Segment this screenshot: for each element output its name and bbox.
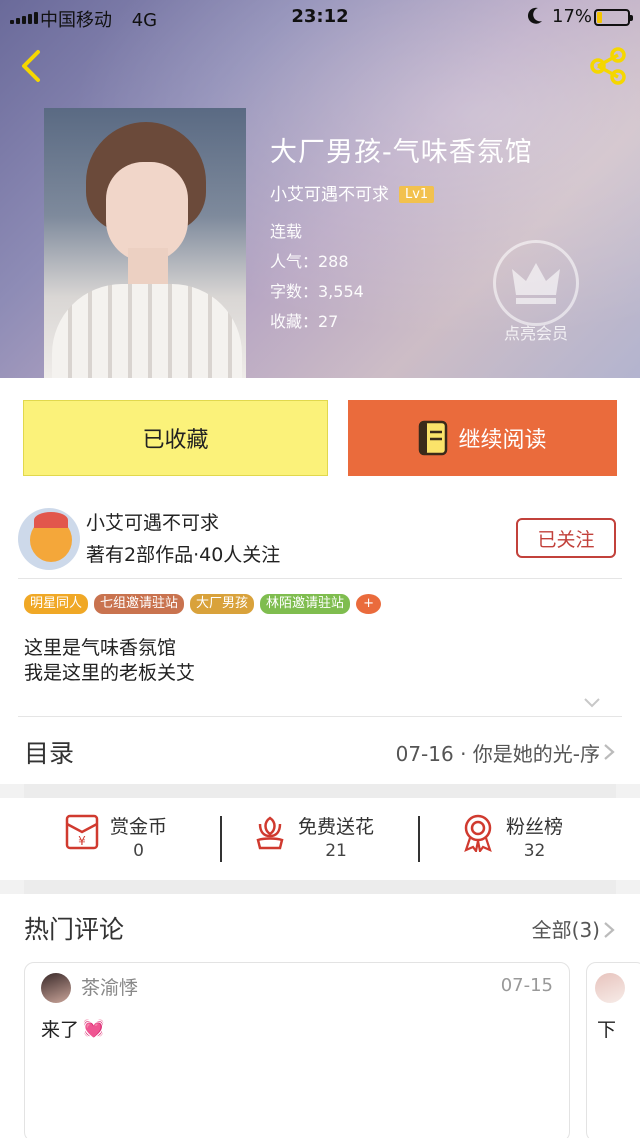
flower-icon xyxy=(256,816,284,850)
battery-percent: 17% xyxy=(552,6,593,27)
intro-line: 我是这里的老板关艾 xyxy=(24,662,196,684)
book-header: 中国移动 4G 23:12 17% 大厂男孩-气味香氛馆 小艾可遇不可求 Lv1… xyxy=(0,0,640,378)
author-row[interactable]: 小艾可遇不可求 著有2部作品·40人关注 已关注 xyxy=(0,504,640,574)
divider xyxy=(220,816,222,862)
heart-emoji-icon: 💓 xyxy=(83,1018,105,1039)
continue-reading-button[interactable]: 继续阅读 xyxy=(348,400,617,476)
chevron-right-icon xyxy=(602,742,616,762)
svg-text:¥: ¥ xyxy=(78,834,86,848)
section-separator xyxy=(24,784,616,798)
battery-icon xyxy=(594,9,633,26)
red-envelope-icon: ¥ xyxy=(65,814,99,850)
divider xyxy=(18,716,622,717)
favorited-button[interactable]: 已收藏 xyxy=(23,400,328,476)
share-button[interactable] xyxy=(586,46,630,86)
tag-chip[interactable]: 七组邀请驻站 xyxy=(94,594,185,614)
commenter-avatar[interactable] xyxy=(41,973,71,1003)
battery-fill xyxy=(597,12,603,23)
stat-label: 粉丝榜 xyxy=(506,816,564,838)
followed-label: 已关注 xyxy=(537,528,595,551)
comment-card[interactable]: 茶渝悸 07-15 来了 💓 xyxy=(24,962,570,1138)
crown-icon xyxy=(493,240,579,326)
all-comments-link[interactable]: 全部(3) xyxy=(532,914,600,943)
book-title: 大厂男孩-气味香氛馆 xyxy=(270,137,533,168)
interaction-stats: ¥ 赏金币 0 免费送花 21 粉丝榜 32 xyxy=(0,798,640,880)
tag-chip[interactable]: 林陌邀请驻站 xyxy=(260,594,351,614)
clock: 23:12 xyxy=(291,6,349,27)
book-info: 大厂男孩-气味香氛馆 小艾可遇不可求 Lv1 连载 人气：288 字数：3,554… xyxy=(270,130,533,331)
catalog-label: 目录 xyxy=(24,739,75,768)
hot-comments-section: 热门评论 全部(3) 茶渝悸 07-15 来了 💓 下 xyxy=(0,894,640,1138)
catalog-row[interactable]: 目录 07-16 · 你是她的光-序 xyxy=(0,718,640,784)
word-count: 字数：3,554 xyxy=(270,282,364,301)
divider xyxy=(418,816,420,862)
book-intro: 这里是气味香氛馆 我是这里的老板关艾 xyxy=(24,636,195,686)
back-button[interactable] xyxy=(12,46,52,86)
chevron-down-icon xyxy=(584,698,600,708)
author-stats: 著有2部作品·40人关注 xyxy=(86,544,281,566)
moon-icon xyxy=(526,6,544,31)
expand-intro-button[interactable] xyxy=(582,694,602,708)
intro-line: 这里是气味香氛馆 xyxy=(24,637,177,659)
stat-value: 32 xyxy=(523,841,546,861)
comment-card[interactable]: 下 xyxy=(586,962,640,1138)
popularity-count: 人气：288 xyxy=(270,252,349,271)
tag-chip[interactable]: 大厂男孩 xyxy=(190,594,255,614)
reward-coins[interactable]: ¥ 赏金币 0 xyxy=(64,812,167,861)
author-name[interactable]: 小艾可遇不可求 xyxy=(86,508,219,535)
followed-button[interactable]: 已关注 xyxy=(516,518,616,558)
divider xyxy=(18,578,622,579)
author-avatar[interactable] xyxy=(18,508,80,570)
favorited-label: 已收藏 xyxy=(142,428,209,453)
tag-list: 明星同人 七组邀请驻站 大厂男孩 林陌邀请驻站 + xyxy=(24,594,381,614)
free-flowers[interactable]: 免费送花 21 xyxy=(252,812,374,861)
comment-text: 下 xyxy=(597,1019,617,1041)
stat-label: 免费送花 xyxy=(298,816,375,838)
serial-status: 连载 xyxy=(270,222,303,241)
status-bar: 中国移动 4G 23:12 17% xyxy=(0,0,640,34)
book-cover-image[interactable] xyxy=(44,108,246,378)
stat-label: 赏金币 xyxy=(110,816,168,838)
continue-reading-label: 继续阅读 xyxy=(458,428,547,453)
comment-date: 07-15 xyxy=(500,975,553,996)
book-author[interactable]: 小艾可遇不可求 xyxy=(270,185,389,205)
level-badge: Lv1 xyxy=(399,186,435,203)
stat-value: 0 xyxy=(133,841,144,861)
commenter-name[interactable]: 茶渝悸 xyxy=(81,973,138,1000)
fans-ranking[interactable]: 粉丝榜 32 xyxy=(460,812,563,861)
stat-value: 21 xyxy=(325,841,347,861)
section-separator xyxy=(24,880,616,894)
hot-comments-title: 热门评论 xyxy=(24,915,125,944)
comment-text: 来了 💓 xyxy=(41,1018,105,1042)
chevron-right-icon xyxy=(602,920,616,940)
medal-icon xyxy=(464,814,492,852)
book-icon xyxy=(418,420,448,456)
commenter-avatar[interactable] xyxy=(595,973,625,1003)
share-icon xyxy=(590,47,626,85)
add-tag-button[interactable]: + xyxy=(356,594,381,614)
vip-membership-button[interactable]: 点亮会员 xyxy=(492,240,580,344)
tag-chip[interactable]: 明星同人 xyxy=(24,594,89,614)
chevron-left-icon xyxy=(22,50,40,82)
favorites-count: 收藏：27 xyxy=(270,312,339,331)
latest-chapter: 07-16 · 你是她的光-序 xyxy=(395,742,600,766)
